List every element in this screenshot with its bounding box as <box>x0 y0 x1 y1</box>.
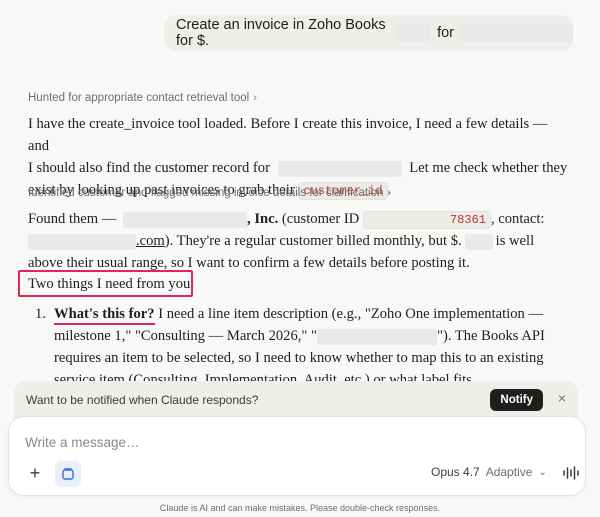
redacted-email <box>28 233 136 250</box>
list-body: What's this for? I need a line item desc… <box>54 303 568 391</box>
list-line: milestone 1," "Consulting — March 2026,"… <box>54 325 568 347</box>
chevron-right-icon: › <box>387 187 392 199</box>
close-icon[interactable]: × <box>558 390 566 406</box>
paragraph-text: , contact: <box>490 211 545 227</box>
list-item: 1. What's this for? I need a line item d… <box>28 303 568 391</box>
paragraph-text: (customer ID <box>281 211 360 227</box>
paragraph-text: is well <box>495 233 535 249</box>
user-message-text-middle: for <box>437 25 454 41</box>
redacted-amount <box>395 24 432 42</box>
model-name: Opus 4.7 <box>431 465 480 479</box>
list-text: I need a line item description (e.g., "Z… <box>158 306 544 322</box>
thought-label: Identified customer and flagged missing … <box>28 187 384 199</box>
user-message-text-prefix: Create an invoice in Zoho Books for $. <box>176 17 386 49</box>
model-selector[interactable]: Opus 4.7 Adaptive ⌄ <box>431 465 547 479</box>
chevron-right-icon: › <box>253 92 257 104</box>
list-text: "). The Books API <box>437 328 545 344</box>
notify-text: Want to be notified when Claude responds… <box>26 393 259 407</box>
waveform-icon <box>563 466 579 480</box>
customer-id-tail: 78361 <box>449 212 486 227</box>
message-composer: + Opus 4.7 Adaptive ⌄ <box>8 416 586 496</box>
paragraph-text: Found them — <box>28 211 117 227</box>
list-line: requires an item to be selected, so I ne… <box>54 350 544 366</box>
redacted-amount <box>464 233 493 250</box>
chevron-down-icon: ⌄ <box>538 466 547 478</box>
company-suffix: , Inc. <box>247 211 279 227</box>
email-link[interactable]: .com <box>136 233 165 249</box>
thought-toggle-2[interactable]: Identified customer and flagged missing … <box>28 187 391 199</box>
list-line: What's this for? I need a line item desc… <box>54 303 568 325</box>
notification-prompt: Want to be notified when Claude responds… <box>14 381 578 419</box>
thought-toggle-1[interactable]: Hunted for appropriate contact retrieval… <box>28 92 257 104</box>
thought-label: Hunted for appropriate contact retrieval… <box>28 92 250 104</box>
redacted-customer <box>277 160 402 177</box>
paragraph-line: I have the create_invoice tool loaded. B… <box>28 116 548 154</box>
list-heading: What's this for? <box>54 306 155 325</box>
response-paragraph-2: Found them — , Inc. (customer ID 78361 , … <box>28 208 568 274</box>
project-icon <box>62 468 74 480</box>
list-number: 1. <box>35 306 46 322</box>
list-text: milestone 1," "Consulting — March 2026,"… <box>54 328 317 344</box>
redacted-customer-id: 78361 <box>362 210 491 229</box>
model-mode: Adaptive <box>485 465 533 479</box>
redacted-example <box>317 328 437 345</box>
redacted-customer <box>459 24 573 42</box>
redacted-company <box>123 211 248 228</box>
highlight-annotation-box <box>18 270 193 297</box>
paragraph-text: Let me check whether they <box>409 160 568 176</box>
tools-button[interactable] <box>55 461 81 487</box>
voice-input-button[interactable] <box>562 464 580 482</box>
user-message-bubble: Create an invoice in Zoho Books for $. f… <box>164 15 573 51</box>
paragraph-text: ). They're a regular customer billed mon… <box>164 233 462 249</box>
paragraph-line: Found them — , Inc. (customer ID 78361 , … <box>28 208 568 230</box>
notify-button[interactable]: Notify <box>490 389 543 411</box>
message-input[interactable] <box>25 435 565 450</box>
paragraph-line: .com). They're a regular customer billed… <box>28 230 568 252</box>
paragraph-line: I should also find the customer record f… <box>28 157 568 179</box>
paragraph-text: I should also find the customer record f… <box>28 160 270 176</box>
add-attachment-button[interactable]: + <box>25 464 45 484</box>
disclaimer-footer: Claude is AI and can make mistakes. Plea… <box>159 503 441 513</box>
